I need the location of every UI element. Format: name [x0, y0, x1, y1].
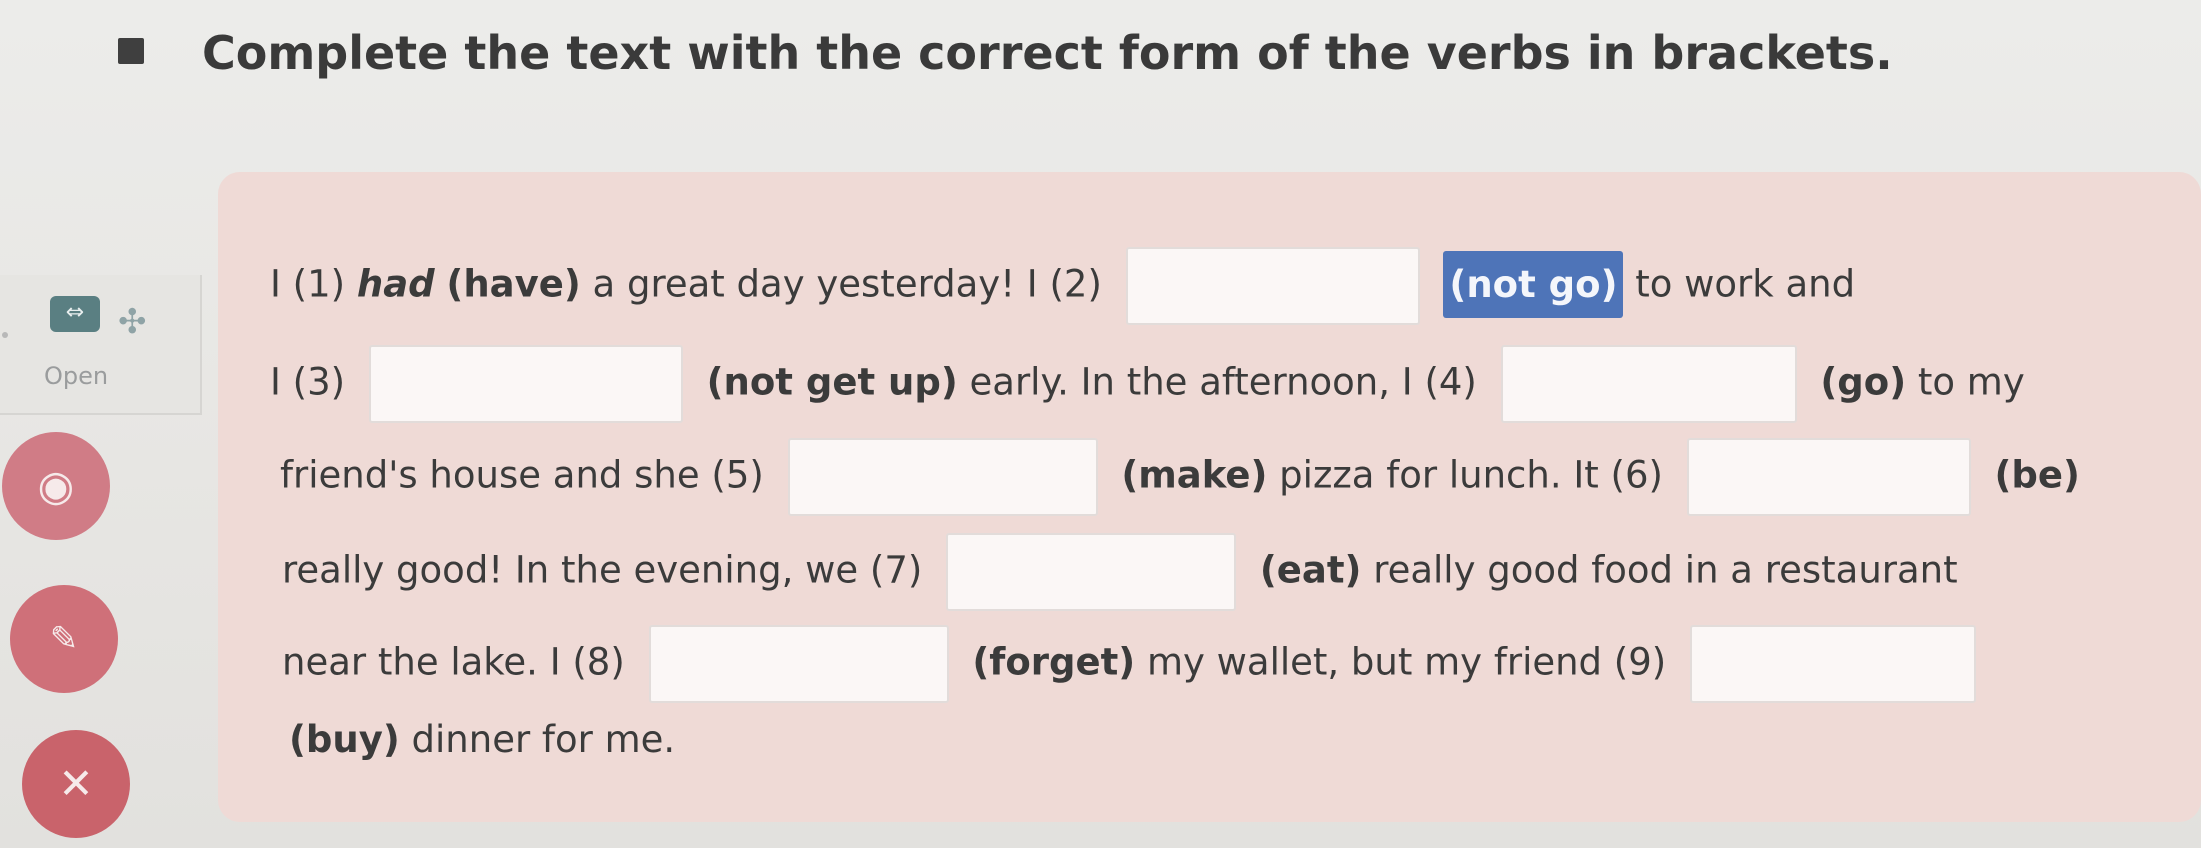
gap-number: I (1) [270, 262, 346, 306]
sentence-text: a great day yesterday! I (2) [592, 262, 1102, 306]
side-panel [0, 275, 202, 415]
move-arrows-icon[interactable]: ✣ [118, 302, 147, 342]
exercise-line-2: I (3) (not get up) early. In the afterno… [270, 345, 2025, 423]
sentence-text: early. In the afternoon, I (4) [969, 360, 1477, 404]
paint-icon[interactable]: ✎ [10, 585, 118, 693]
verb-prompt: (eat) [1259, 548, 1362, 592]
sentence-text: friend's house and she (5) [280, 453, 764, 497]
example-answer: had [356, 262, 435, 306]
verb-prompt: (forget) [972, 640, 1136, 684]
answer-gap-4[interactable] [1500, 345, 1797, 423]
exercise-line-1: I (1) had (have) a great day yesterday! … [270, 247, 1855, 325]
answer-gap-2[interactable] [1125, 247, 1420, 325]
answer-gap-9[interactable] [1690, 625, 1976, 703]
verb-prompt-selected: (not go) [1443, 250, 1624, 318]
sentence-text: pizza for lunch. It (6) [1279, 453, 1663, 497]
gap-number: I (3) [270, 360, 346, 404]
sentence-text: to my [1917, 360, 2025, 404]
verb-prompt: (be) [1994, 453, 2080, 497]
verb-prompt: (not get up) [706, 360, 958, 404]
eye-icon[interactable]: ◉ [2, 432, 110, 540]
answer-gap-3[interactable] [368, 345, 683, 423]
verb-prompt: (make) [1121, 453, 1268, 497]
sentence-text: my wallet, but my friend (9) [1146, 640, 1667, 684]
open-label[interactable]: Open [44, 362, 108, 390]
sentence-text: to work and [1635, 262, 1856, 306]
exercise-line-4: really good! In the evening, we (7) (eat… [282, 533, 1958, 611]
instruction-bullet [118, 38, 144, 64]
exercise-line-5: near the lake. I (8) (forget) my wallet,… [282, 625, 1988, 703]
instruction-text: Complete the text with the correct form … [202, 26, 1893, 80]
sentence-text: dinner for me. [411, 718, 676, 761]
expand-icon[interactable]: ⇔ [50, 296, 100, 332]
sentence-text: really good! In the evening, we (7) [282, 548, 923, 592]
verb-prompt: (go) [1820, 360, 1907, 404]
verb-prompt: (have) [446, 262, 581, 306]
answer-gap-5[interactable] [787, 438, 1098, 516]
answer-gap-6[interactable] [1686, 438, 1971, 516]
panel-dot [2, 332, 8, 338]
verb-prompt: (buy) [289, 718, 400, 761]
sentence-text: near the lake. I (8) [282, 640, 625, 684]
answer-gap-8[interactable] [648, 625, 949, 703]
answer-gap-7[interactable] [946, 533, 1237, 611]
sentence-text: really good food in a restaurant [1373, 548, 1958, 592]
close-icon[interactable]: ✕ [22, 730, 130, 838]
exercise-line-3: friend's house and she (5) (make) pizza … [280, 438, 2080, 516]
exercise-line-6: (buy) dinner for me. [289, 718, 675, 761]
